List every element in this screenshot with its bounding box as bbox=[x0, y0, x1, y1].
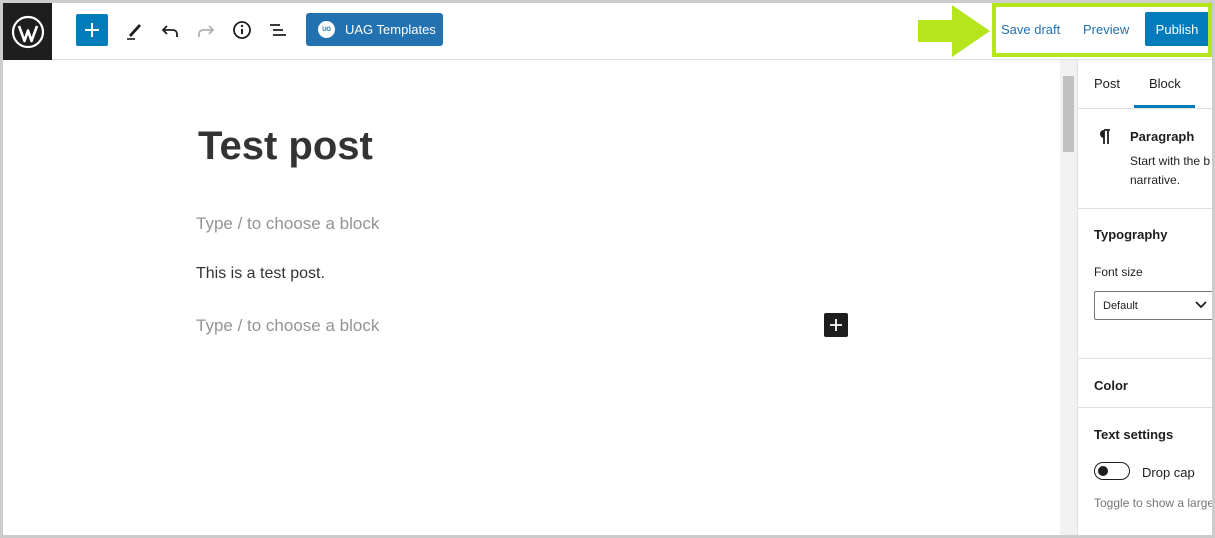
editor-canvas bbox=[3, 60, 1060, 535]
details-button[interactable] bbox=[226, 14, 258, 46]
font-size-select[interactable]: Default bbox=[1094, 291, 1215, 320]
block-inserter-button[interactable] bbox=[76, 14, 108, 46]
tools-button[interactable] bbox=[118, 14, 150, 46]
info-icon bbox=[233, 21, 251, 39]
font-size-label: Font size bbox=[1094, 265, 1143, 279]
green-arrow-annotation bbox=[918, 5, 992, 62]
color-panel-toggle[interactable]: Color bbox=[1094, 378, 1128, 393]
drop-cap-help-text: Toggle to show a large bbox=[1094, 496, 1215, 510]
uag-logo: UG bbox=[318, 21, 335, 38]
editor-header: UG UAG Templates Save draft Preview Publ… bbox=[0, 0, 1215, 60]
tabs-divider bbox=[1078, 108, 1215, 109]
tab-block[interactable]: Block bbox=[1149, 76, 1181, 91]
highlight-box bbox=[992, 3, 1212, 57]
list-view-button[interactable] bbox=[262, 14, 294, 46]
inline-add-block-button[interactable] bbox=[824, 313, 848, 337]
toggle-knob bbox=[1098, 466, 1108, 476]
text-settings-panel-toggle[interactable]: Text settings bbox=[1094, 427, 1173, 442]
block-name: Paragraph bbox=[1130, 129, 1195, 144]
uag-templates-label: UAG Templates bbox=[345, 22, 436, 37]
redo-icon bbox=[198, 25, 215, 37]
paragraph-icon bbox=[1100, 129, 1110, 144]
paragraph-block[interactable]: This is a test post. bbox=[196, 265, 325, 283]
divider bbox=[1078, 358, 1215, 359]
block-description: Start with the b bbox=[1130, 154, 1211, 168]
undo-button[interactable] bbox=[154, 14, 186, 46]
post-title[interactable]: Test post bbox=[198, 124, 373, 169]
list-view-icon bbox=[270, 24, 286, 36]
drop-cap-toggle[interactable] bbox=[1094, 462, 1130, 480]
undo-icon bbox=[161, 25, 178, 37]
divider bbox=[1078, 407, 1215, 408]
tab-post[interactable]: Post bbox=[1094, 76, 1120, 91]
settings-sidebar: Post Block Paragraph Start with the b na… bbox=[1077, 60, 1215, 538]
pencil-icon bbox=[127, 24, 141, 40]
wordpress-icon bbox=[11, 15, 44, 48]
redo-button[interactable] bbox=[190, 14, 222, 46]
block-description-cont: narrative. bbox=[1130, 173, 1181, 187]
empty-block-placeholder[interactable]: Type / to choose a block bbox=[196, 316, 379, 336]
uag-templates-button[interactable]: UG UAG Templates bbox=[306, 13, 443, 46]
empty-block-placeholder[interactable]: Type / to choose a block bbox=[196, 214, 379, 234]
plus-icon bbox=[830, 319, 842, 331]
plus-icon bbox=[85, 23, 99, 37]
font-size-value: Default bbox=[1103, 299, 1138, 312]
chevron-down-icon bbox=[1195, 301, 1207, 309]
drop-cap-label: Drop cap bbox=[1142, 465, 1195, 480]
wordpress-logo[interactable] bbox=[3, 3, 52, 60]
typography-panel-toggle[interactable]: Typography bbox=[1094, 227, 1167, 242]
divider bbox=[1078, 208, 1215, 209]
scrollbar-thumb[interactable] bbox=[1063, 76, 1074, 152]
arrow-right-icon bbox=[918, 5, 990, 57]
